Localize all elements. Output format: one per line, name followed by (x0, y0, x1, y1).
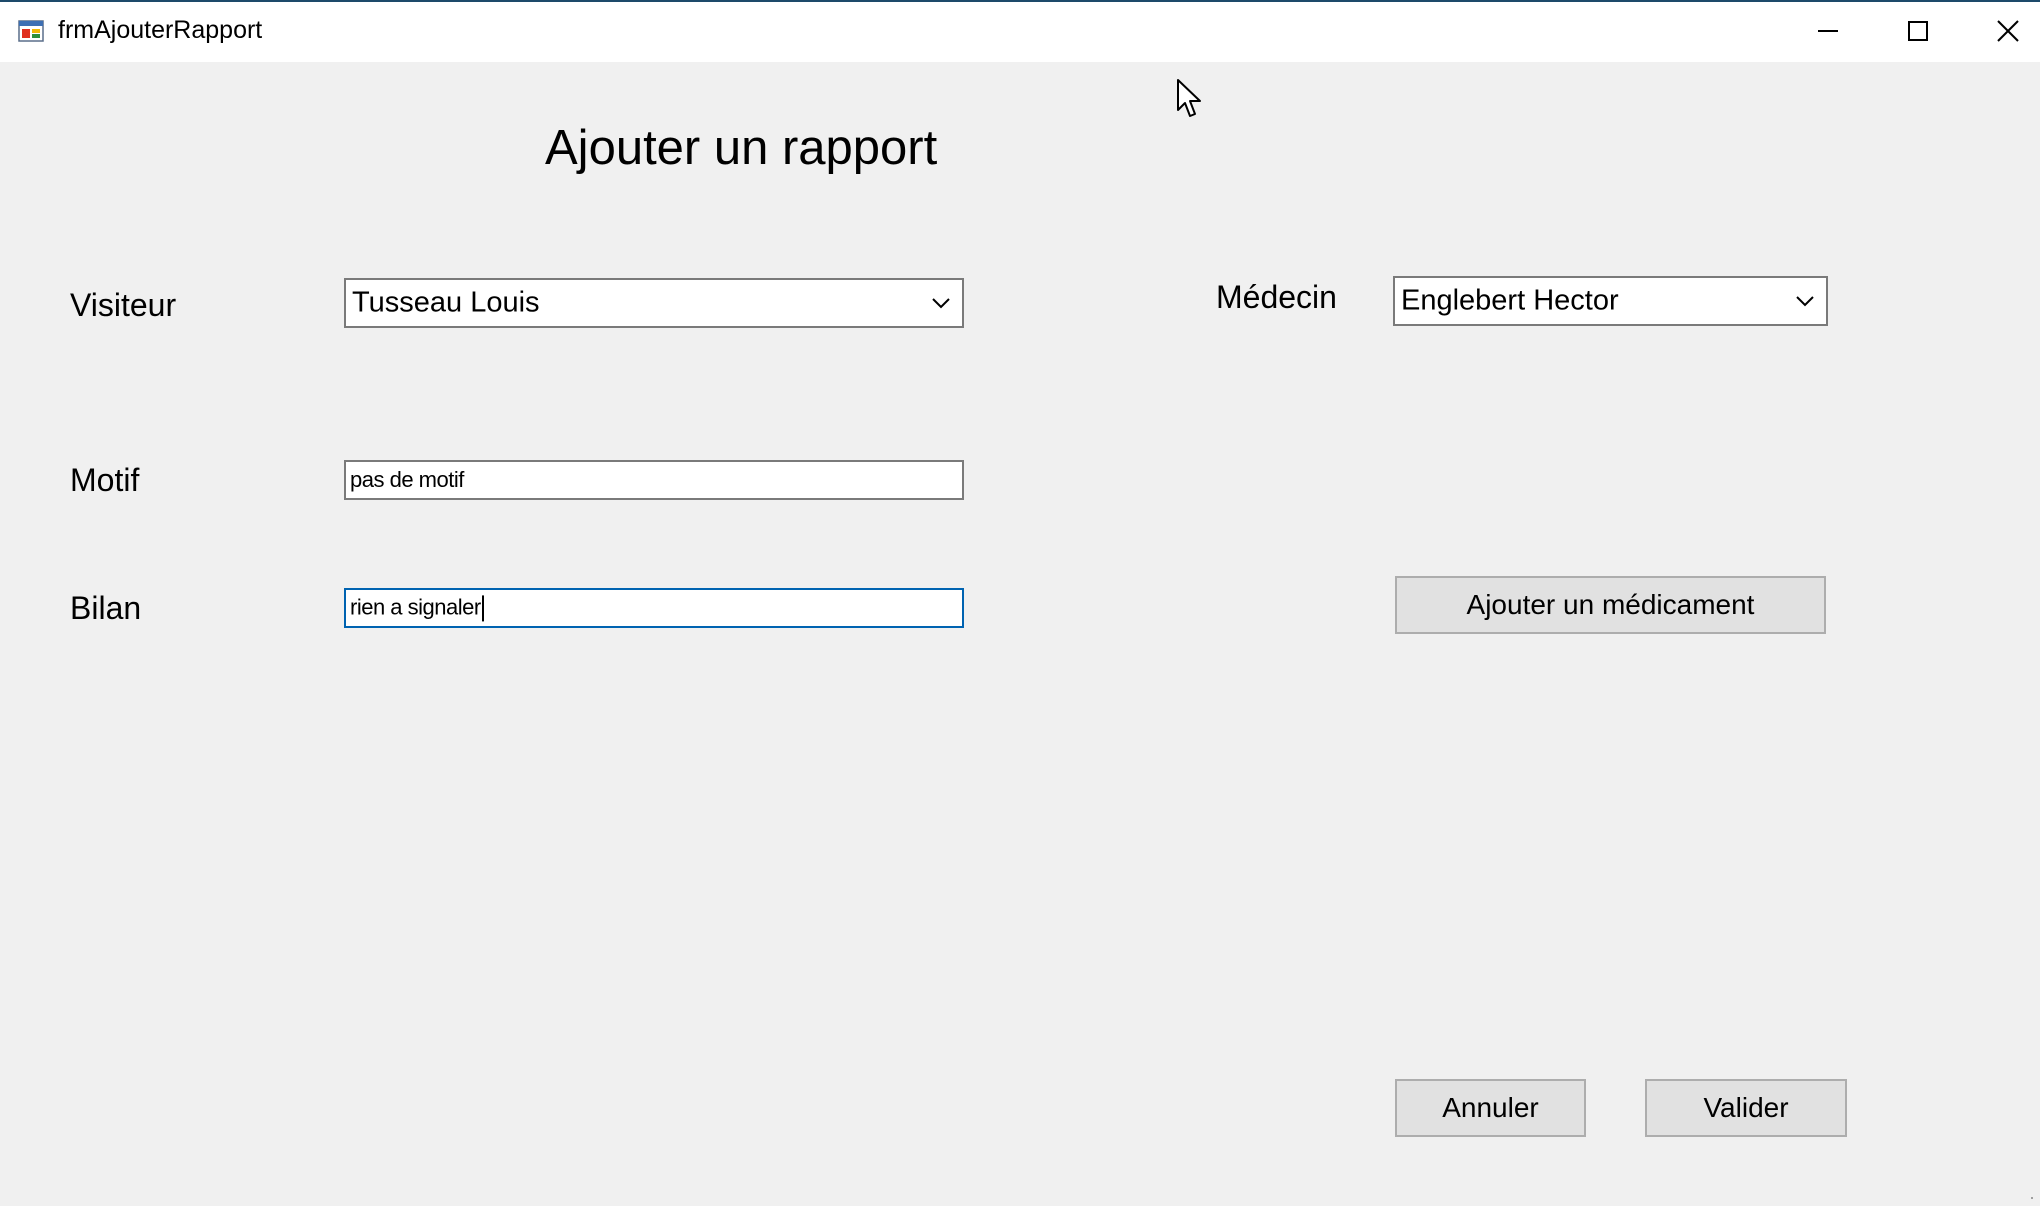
bilan-textbox[interactable]: rien a signaler (344, 588, 964, 628)
form-heading: Ajouter un rapport (545, 121, 938, 175)
mouse-pointer-icon (1177, 79, 1201, 117)
minimize-button[interactable] (1783, 2, 1873, 60)
maximize-icon (1908, 21, 1928, 41)
visiteur-combobox[interactable]: Tusseau Louis (344, 278, 964, 328)
bilan-value: rien a signaler (350, 594, 481, 620)
bilan-label: Bilan (70, 590, 142, 626)
resize-grip-icon[interactable] (2026, 1192, 2034, 1200)
close-icon (1997, 20, 2019, 42)
close-button[interactable] (1963, 2, 2040, 60)
chevron-down-icon[interactable] (930, 296, 952, 310)
window-title: frmAjouterRapport (58, 16, 263, 44)
visiteur-label: Visiteur (70, 287, 177, 323)
windows-form-icon (18, 20, 44, 42)
bilan-value-wrapper: rien a signaler (350, 594, 484, 622)
motif-label: Motif (70, 462, 140, 498)
visiteur-selected-value: Tusseau Louis (352, 286, 540, 319)
title-bar[interactable]: frmAjouterRapport (0, 2, 2040, 62)
add-medicament-button[interactable]: Ajouter un médicament (1395, 576, 1826, 634)
chevron-down-icon[interactable] (1794, 294, 1816, 308)
motif-value: pas de motif (350, 467, 464, 492)
medecin-selected-value: Englebert Hector (1401, 284, 1619, 317)
medecin-label: Médecin (1216, 279, 1337, 315)
maximize-button[interactable] (1873, 2, 1963, 60)
minimize-icon (1818, 30, 1838, 32)
validate-button[interactable]: Valider (1645, 1079, 1847, 1137)
cancel-button[interactable]: Annuler (1395, 1079, 1586, 1137)
medecin-combobox[interactable]: Englebert Hector (1393, 276, 1828, 326)
form-window: frmAjouterRapport Ajouter un rapport Vis… (0, 0, 2040, 1206)
motif-textbox[interactable]: pas de motif (344, 460, 964, 500)
text-caret (481, 595, 484, 622)
